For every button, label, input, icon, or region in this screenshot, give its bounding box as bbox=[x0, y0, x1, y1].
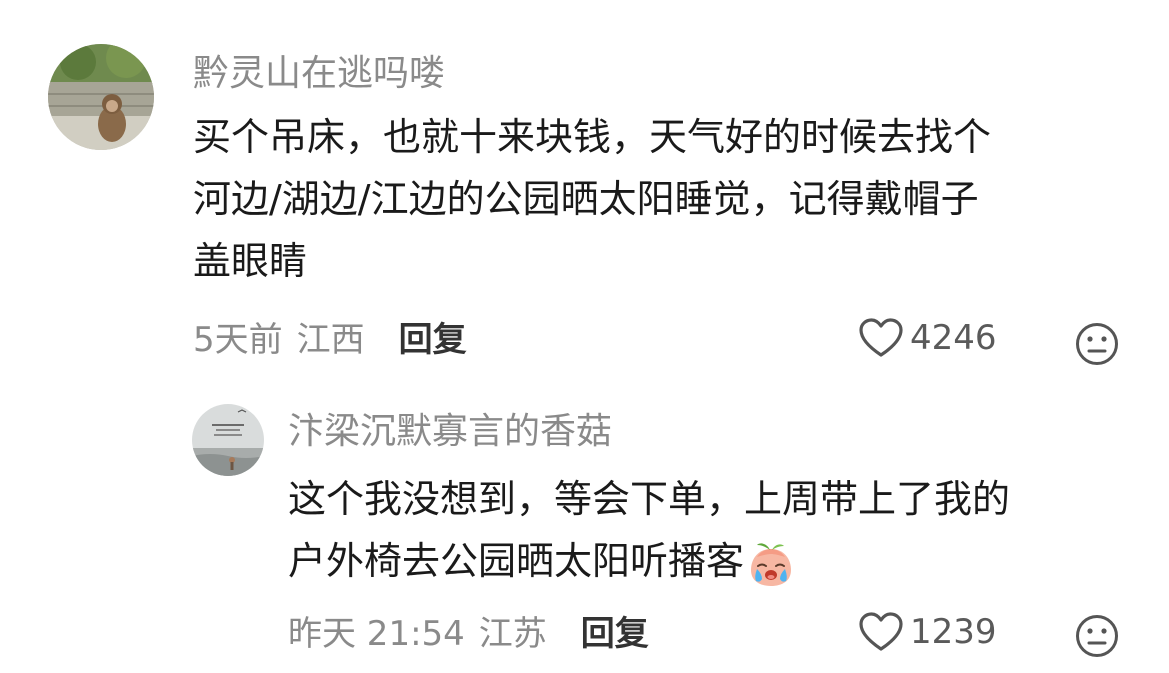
comment-time: 昨天 21:54 bbox=[288, 614, 465, 654]
comment-text-line: 盖眼睛 bbox=[193, 239, 308, 283]
comment-location: 江西 bbox=[296, 320, 365, 360]
avatar[interactable] bbox=[48, 44, 154, 150]
heart-outline-icon bbox=[859, 612, 903, 651]
reply-item: 汴梁沉默寡言的香菇 这个我没想到，等会下单，上周带上了我的 户外椅去公园晒太阳听… bbox=[0, 380, 1169, 673]
comment-meta: 昨天 21:54 江苏 回复 bbox=[288, 612, 649, 656]
heart-outline-icon bbox=[859, 318, 903, 357]
comment-item: 黔灵山在逃吗喽 买个吊床，也就十来块钱，天气好的时候去找个 河边/湖边/江边的公… bbox=[0, 0, 1169, 380]
reply-button[interactable]: 回复 bbox=[581, 612, 649, 656]
crying-peach-emoji-icon bbox=[751, 542, 792, 586]
like-count: 4246 bbox=[910, 318, 997, 358]
comment-text: 这个我没想到，等会下单，上周带上了我的 户外椅去公园晒太阳听播客 bbox=[288, 468, 1010, 592]
comment-text-line: 这个我没想到，等会下单，上周带上了我的 bbox=[288, 477, 1011, 521]
comment-time: 5天前 bbox=[193, 320, 283, 360]
avatar[interactable] bbox=[192, 404, 264, 476]
sea-photo-icon bbox=[192, 404, 264, 476]
monkey-photo-icon bbox=[48, 44, 154, 150]
comment-text-line: 河边/湖边/江边的公园晒太阳睡觉，记得戴帽子 bbox=[193, 177, 979, 221]
comment-username[interactable]: 黔灵山在逃吗喽 bbox=[193, 52, 445, 96]
reply-button[interactable]: 回复 bbox=[399, 318, 467, 362]
comment-text-line: 户外椅去公园晒太阳听播客 bbox=[288, 530, 1010, 592]
meh-face-icon[interactable] bbox=[1075, 322, 1119, 366]
like-button[interactable]: 4246 bbox=[858, 316, 997, 360]
comment-username[interactable]: 汴梁沉默寡言的香菇 bbox=[288, 410, 612, 454]
comment-meta: 5天前 江西 回复 bbox=[193, 318, 467, 362]
like-button[interactable]: 1239 bbox=[858, 610, 997, 654]
comment-text-line: 买个吊床，也就十来块钱，天气好的时候去找个 bbox=[193, 115, 992, 159]
comment-text-span: 户外椅去公园晒太阳听播客 bbox=[288, 539, 745, 583]
meh-face-icon[interactable] bbox=[1075, 614, 1119, 658]
comment-text: 买个吊床，也就十来块钱，天气好的时候去找个 河边/湖边/江边的公园晒太阳睡觉，记… bbox=[193, 106, 991, 292]
like-count: 1239 bbox=[910, 612, 997, 652]
comment-location: 江苏 bbox=[478, 614, 547, 654]
